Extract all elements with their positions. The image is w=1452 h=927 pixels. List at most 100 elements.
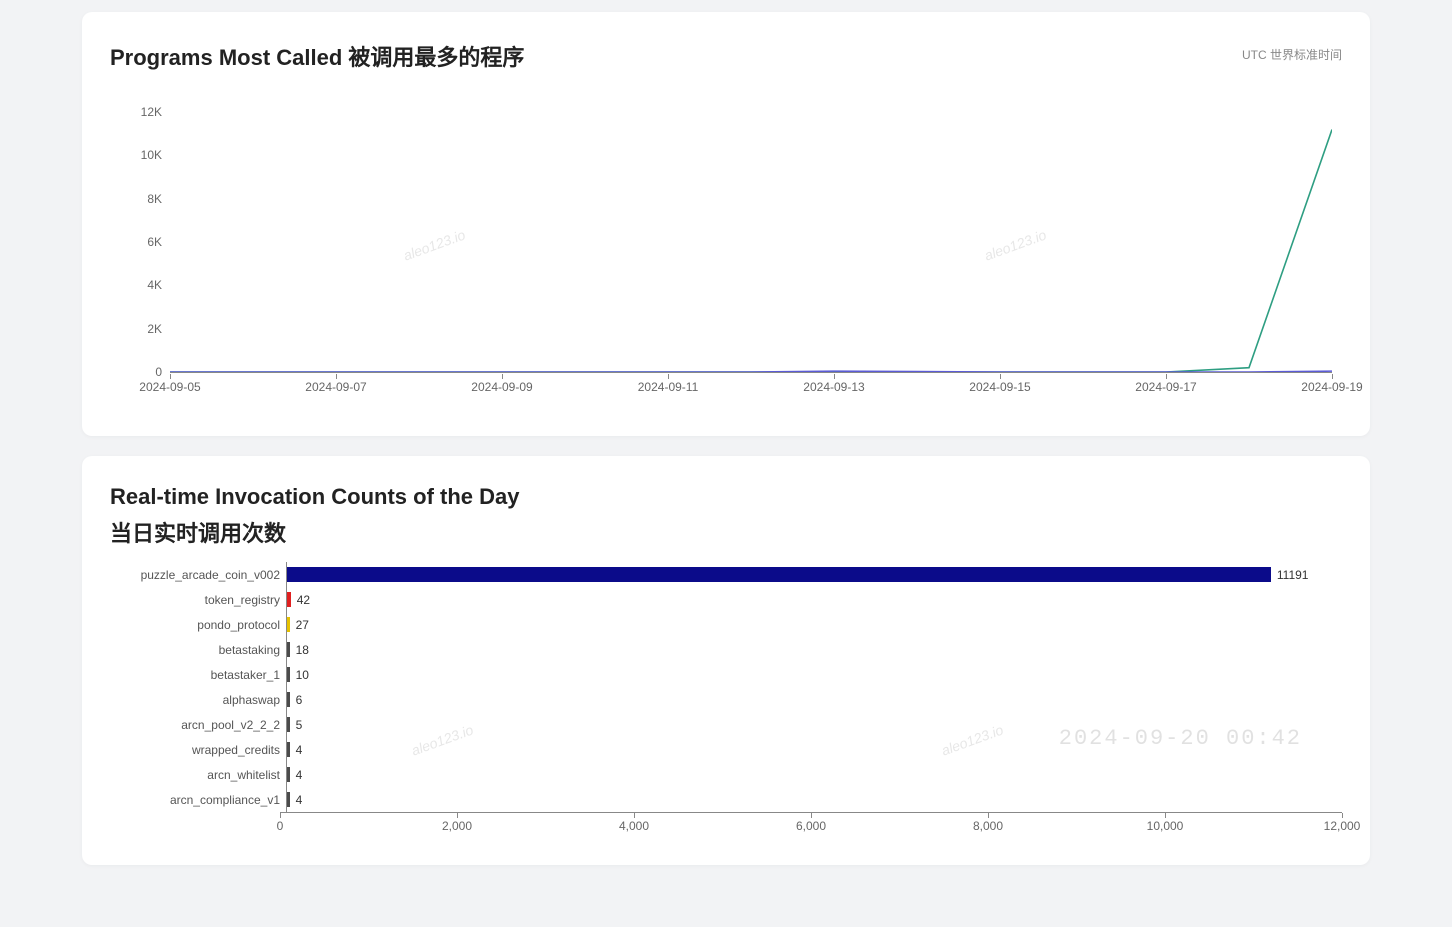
x-tick-mark [834,374,835,379]
bar-category-label: betastaker_1 [110,668,286,682]
bar-rows: puzzle_arcade_coin_v002 11191 token_regist… [110,562,1342,812]
bar-x-axis: 02,0004,0006,0008,00010,00012,000 [280,812,1342,841]
bar-x-tick-mark [811,813,812,818]
x-axis: 2024-09-052024-09-072024-09-092024-09-11… [170,374,1332,404]
bar-chart: puzzle_arcade_coin_v002 11191 token_regist… [110,562,1342,841]
bar-value-label: 4 [296,768,303,782]
bar-fill [287,742,290,757]
bar-row: arcn_whitelist 4 [110,762,1342,787]
bar-row: pondo_protocol 27 [110,612,1342,637]
bar-fill [287,692,290,707]
bar-x-tick-mark [634,813,635,818]
bar-value-label: 27 [296,618,309,632]
bar-track: 6 [287,687,1342,712]
card2-title-en: Real-time Invocation Counts of the Day [110,484,1342,510]
bar-value-label: 18 [296,643,309,657]
bar-category-label: betastaking [110,643,286,657]
bar-row: betastaker_1 10 [110,662,1342,687]
y-tick-label: 4K [112,278,162,292]
bar-fill [287,617,290,632]
line-series-baseline [170,371,1332,372]
bar-value-label: 11191 [1277,568,1309,582]
bar-fill [287,642,290,657]
y-tick-label: 10K [112,148,162,162]
bar-x-tick-label: 6,000 [796,819,826,833]
bar-x-tick-label: 8,000 [973,819,1003,833]
x-tick-label: 2024-09-15 [969,380,1030,394]
bar-value-label: 42 [297,593,310,607]
y-tick-label: 6K [112,235,162,249]
bar-value-label: 4 [296,743,303,757]
bar-value-label: 4 [296,793,303,807]
x-tick-label: 2024-09-13 [803,380,864,394]
utc-label: UTC 世界标准时间 [1242,46,1342,63]
y-tick-label: 2K [112,322,162,336]
bar-fill [287,567,1271,582]
bar-track: 4 [287,762,1342,787]
bar-category-label: arcn_whitelist [110,768,286,782]
bar-track: 18 [287,637,1342,662]
bar-row: arcn_compliance_v1 4 [110,787,1342,812]
bar-category-label: pondo_protocol [110,618,286,632]
bar-fill [287,717,290,732]
x-tick-label: 2024-09-11 [638,380,699,394]
y-tick-label: 0 [112,365,162,379]
page: Programs Most Called 被调用最多的程序 UTC 世界标准时间… [0,0,1452,925]
bar-row: puzzle_arcade_coin_v002 11191 [110,562,1342,587]
bar-x-tick-mark [457,813,458,818]
bar-fill [287,592,291,607]
x-tick-mark [502,374,503,379]
x-tick-label: 2024-09-07 [305,380,366,394]
bar-row: alphaswap 6 [110,687,1342,712]
bar-x-tick-label: 12,000 [1324,819,1361,833]
card2-title-zh: 当日实时调用次数 [110,516,1342,548]
bar-track: 10 [287,662,1342,687]
y-axis: 02K4K6K8K10K12K [110,112,170,372]
bar-x-tick-mark [1342,813,1343,818]
bar-category-label: token_registry [110,593,286,607]
line-chart: 02K4K6K8K10K12K aleo123.io aleo123.io 20… [110,112,1342,412]
bar-category-label: alphaswap [110,693,286,707]
x-tick-mark [170,374,171,379]
bar-x-tick-mark [1165,813,1166,818]
bar-fill [287,792,290,807]
bar-track: 27 [287,612,1342,637]
bar-x-tick-label: 10,000 [1147,819,1184,833]
card1-title: Programs Most Called 被调用最多的程序 [110,40,1342,72]
bar-x-tick-label: 2,000 [442,819,472,833]
bar-row: betastaking 18 [110,637,1342,662]
bar-row: token_registry 42 [110,587,1342,612]
bar-value-label: 5 [296,718,303,732]
x-tick-mark [336,374,337,379]
x-tick-mark [668,374,669,379]
x-tick-mark [1332,374,1333,379]
bar-category-label: arcn_pool_v2_2_2 [110,718,286,732]
bar-x-tick-mark [280,813,281,818]
bar-category-label: puzzle_arcade_coin_v002 [110,568,286,582]
bar-category-label: wrapped_credits [110,743,286,757]
bar-track: 4 [287,787,1342,812]
bar-track: 11191 [287,562,1342,587]
timestamp-watermark: 2024-09-20 00:42 [1059,726,1302,751]
bar-category-label: arcn_compliance_v1 [110,793,286,807]
plot-area: aleo123.io aleo123.io [170,112,1332,373]
bar-x-tick-label: 0 [277,819,284,833]
bar-track: 42 [287,587,1342,612]
y-tick-label: 12K [112,105,162,119]
x-tick-mark [1166,374,1167,379]
y-tick-label: 8K [112,192,162,206]
line-series-primary [170,130,1332,372]
bar-value-label: 6 [296,693,303,707]
x-tick-label: 2024-09-17 [1135,380,1196,394]
x-tick-label: 2024-09-09 [471,380,532,394]
programs-most-called-card: Programs Most Called 被调用最多的程序 UTC 世界标准时间… [82,12,1370,436]
bar-value-label: 10 [296,668,309,682]
bar-fill [287,767,290,782]
bar-fill [287,667,290,682]
x-tick-label: 2024-09-19 [1301,380,1362,394]
x-tick-label: 2024-09-05 [139,380,200,394]
line-svg [170,112,1332,372]
bar-x-tick-label: 4,000 [619,819,649,833]
invocation-counts-card: Real-time Invocation Counts of the Day 当… [82,456,1370,865]
bar-x-tick-mark [988,813,989,818]
